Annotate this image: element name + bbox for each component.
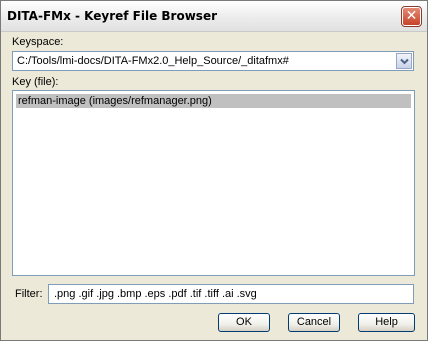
keyref-file-browser-dialog: DITA-FMx - Keyref File Browser ✕ Keyspac… [0,0,428,341]
key-file-label: Key (file): [12,76,59,88]
chevron-down-icon [400,58,409,65]
keyspace-value: C:/Tools/lmi-docs/DITA-FMx2.0_Help_Sourc… [17,55,289,67]
close-button[interactable]: ✕ [401,6,422,27]
list-item[interactable]: refman-image (images/refmanager.png) [16,94,411,108]
window-title: DITA-FMx - Keyref File Browser [7,9,217,23]
key-file-list[interactable]: refman-image (images/refmanager.png) [12,90,415,276]
cancel-button[interactable]: Cancel [288,313,340,332]
title-bar[interactable]: DITA-FMx - Keyref File Browser ✕ [1,1,427,32]
filter-input[interactable]: .png .gif .jpg .bmp .eps .pdf .tif .tiff… [48,284,414,304]
help-button[interactable]: Help [358,313,415,332]
keyspace-dropdown-button[interactable] [396,53,412,69]
filter-label: Filter: [15,288,43,300]
close-icon: ✕ [405,8,418,24]
filter-value: .png .gif .jpg .bmp .eps .pdf .tif .tiff… [54,288,257,300]
keyspace-dropdown[interactable]: C:/Tools/lmi-docs/DITA-FMx2.0_Help_Sourc… [12,51,414,71]
keyspace-label: Keyspace: [12,36,64,48]
ok-button[interactable]: OK [218,313,270,332]
